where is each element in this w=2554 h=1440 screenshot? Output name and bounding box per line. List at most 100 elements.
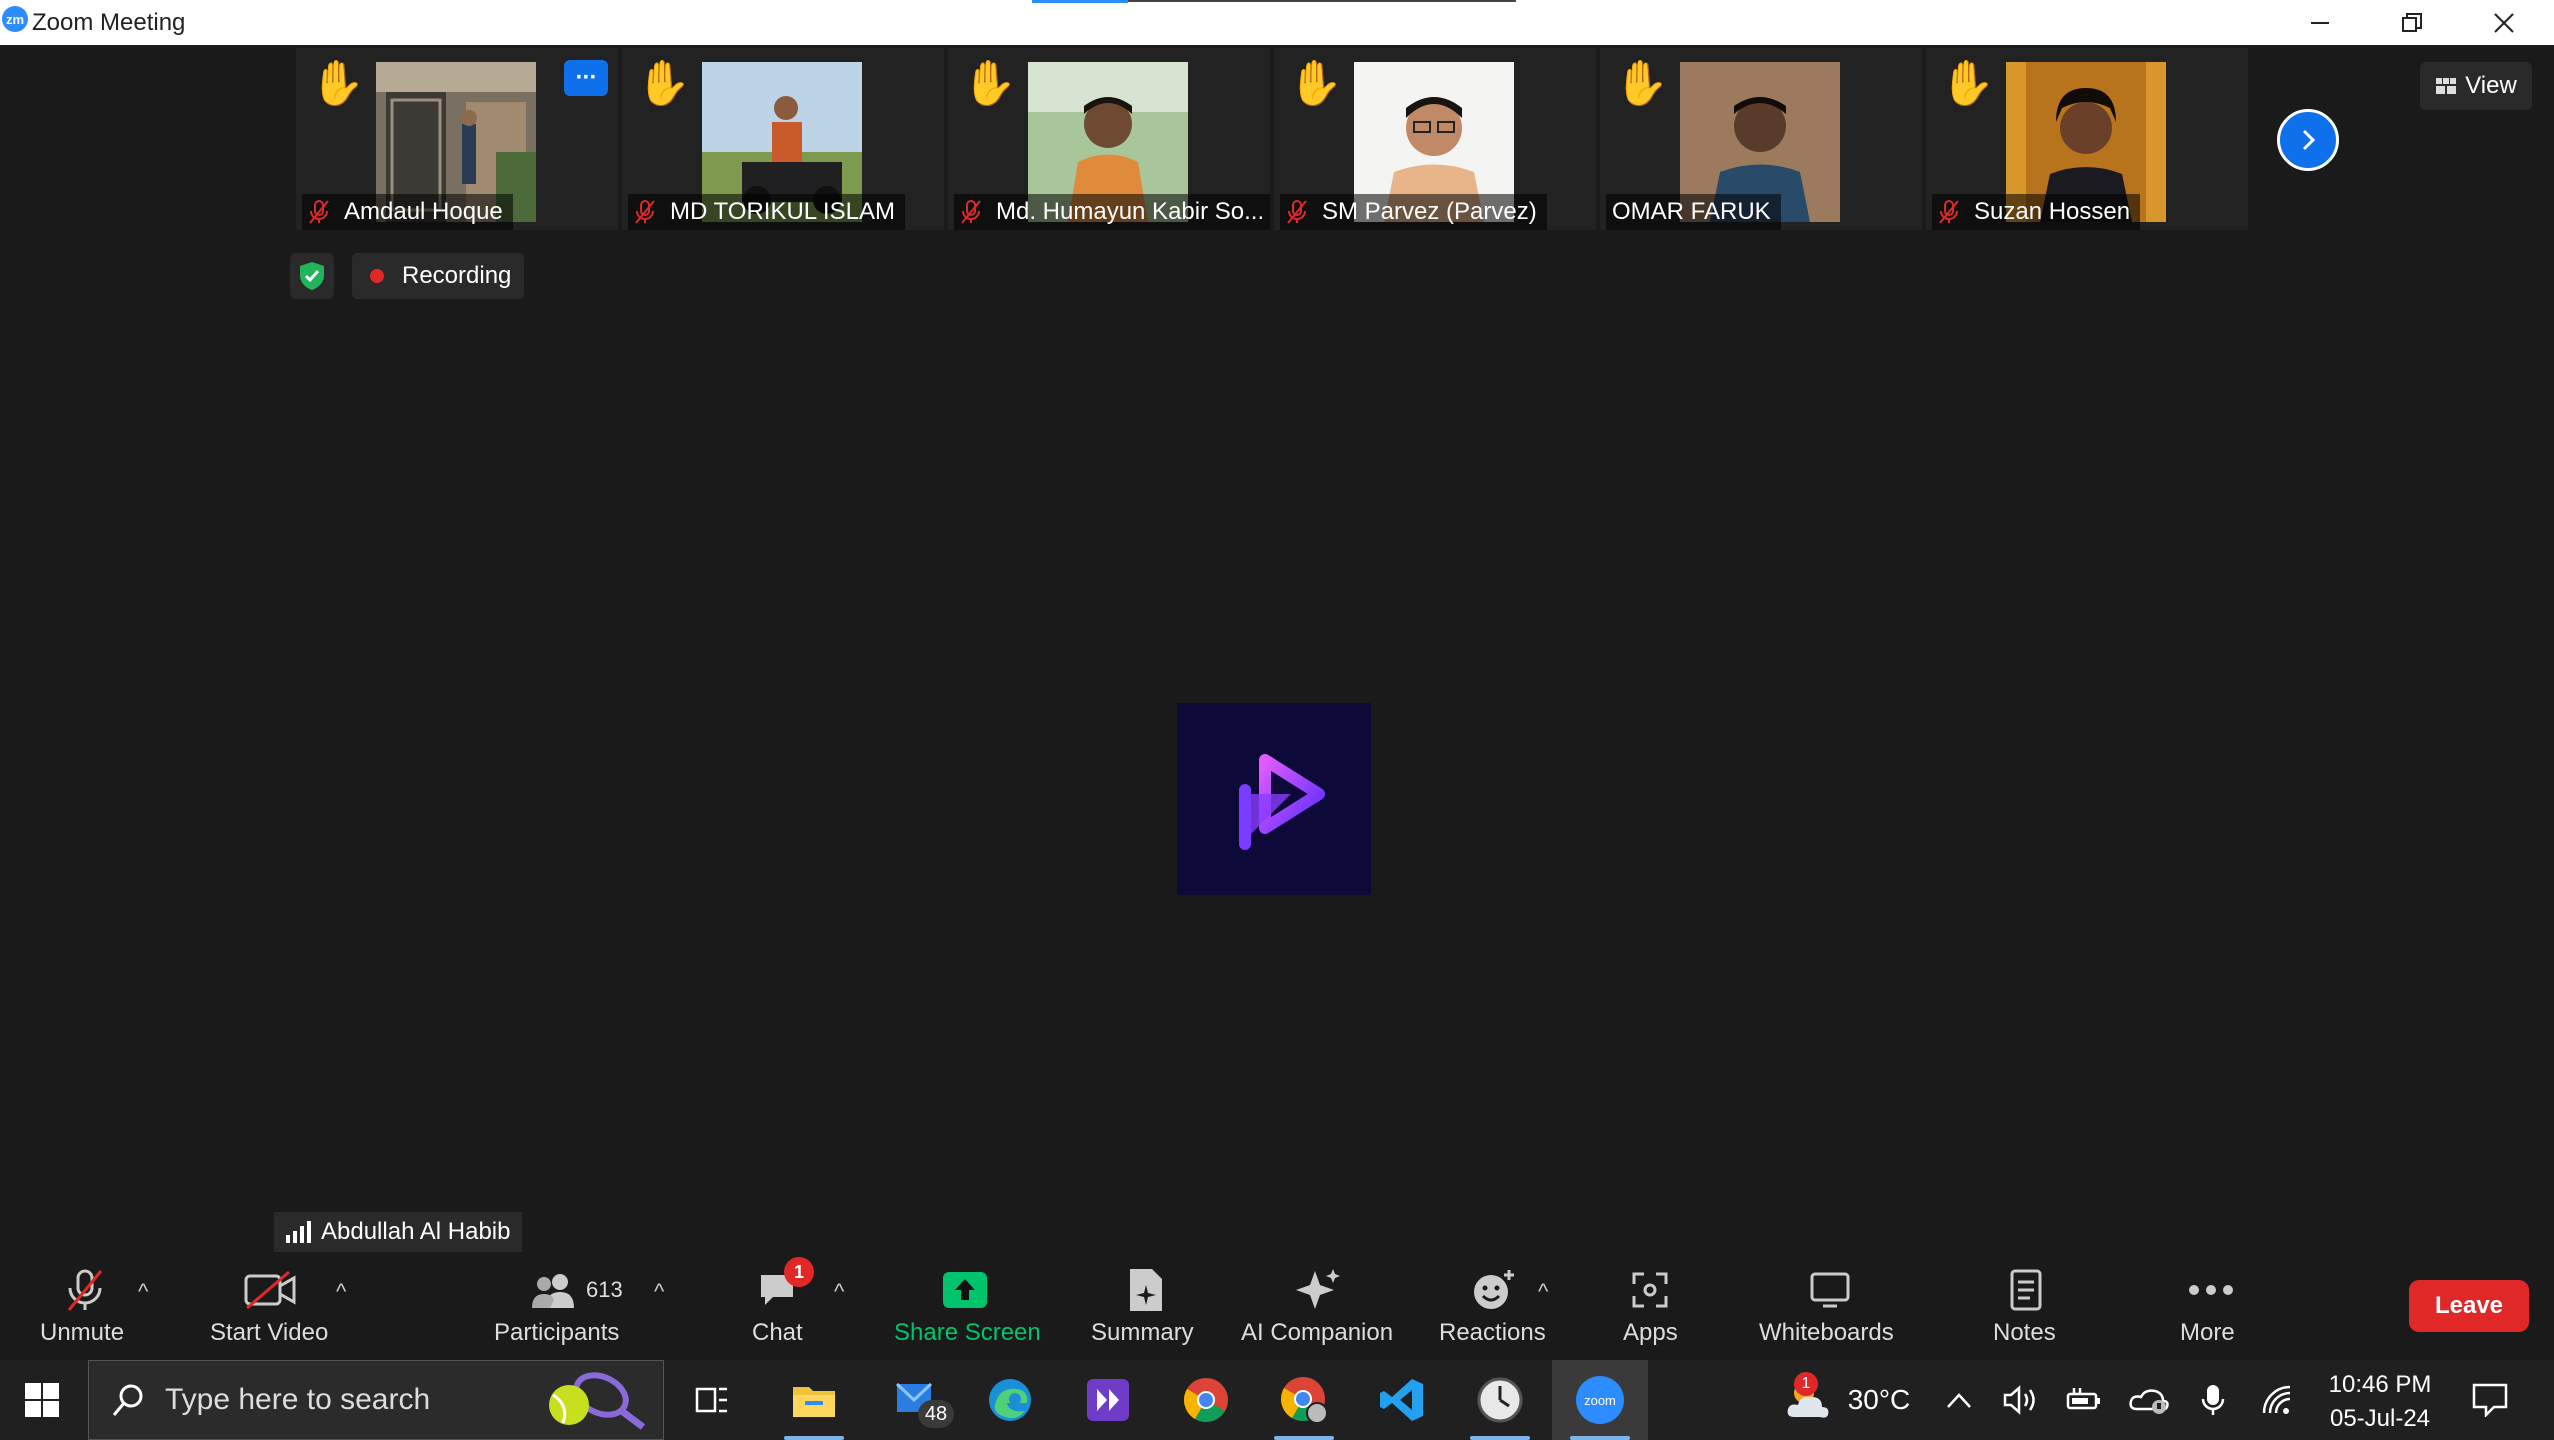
chat-button[interactable]: 1 Chat: [740, 1255, 820, 1360]
file-explorer-button[interactable]: [766, 1360, 862, 1440]
participant-name: Md. Humayun Kabir So...: [996, 198, 1265, 225]
whiteboards-button[interactable]: Whiteboards: [1755, 1255, 1905, 1360]
clock-icon: [1477, 1377, 1523, 1423]
mail-app-button[interactable]: 48: [872, 1360, 968, 1440]
wifi-icon: [2262, 1385, 2291, 1414]
participants-options-caret-icon[interactable]: ^: [654, 1279, 664, 1305]
minimize-button[interactable]: [2290, 0, 2350, 45]
start-video-label: Start Video: [210, 1319, 329, 1346]
vscode-button[interactable]: [1354, 1360, 1450, 1440]
summary-icon: [1121, 1267, 1171, 1313]
participant-more-button[interactable]: ···: [564, 60, 608, 96]
participant-tile[interactable]: ✋ Suzan Hossen: [1926, 48, 2248, 230]
summary-button[interactable]: Summary: [1085, 1255, 1205, 1360]
apps-button[interactable]: Apps: [1615, 1255, 1685, 1360]
mic-muted-icon: [1939, 200, 1959, 224]
mic-muted-icon: [635, 200, 655, 224]
task-view-button[interactable]: [664, 1360, 760, 1440]
start-button[interactable]: [0, 1360, 84, 1440]
minimize-icon: [2311, 21, 2329, 24]
window-title: Zoom Meeting: [32, 9, 186, 36]
notes-label: Notes: [1993, 1319, 2056, 1346]
zoom-taskbar-button[interactable]: zoom: [1552, 1360, 1648, 1440]
mic-muted-icon: [961, 200, 981, 224]
start-video-button[interactable]: Start Video: [200, 1255, 340, 1360]
unmute-button[interactable]: Unmute: [30, 1255, 140, 1360]
active-app-indicator: [1274, 1436, 1334, 1440]
title-bar: zm Zoom Meeting: [0, 0, 2554, 45]
chat-badge: 1: [784, 1257, 814, 1287]
restore-icon: [2402, 12, 2422, 32]
reactions-options-caret-icon[interactable]: ^: [1538, 1279, 1548, 1305]
restore-button[interactable]: [2382, 0, 2442, 45]
participants-icon: 613: [530, 1267, 630, 1313]
summary-label: Summary: [1091, 1319, 1194, 1346]
shield-check-icon: [300, 262, 324, 290]
video-options-caret-icon[interactable]: ^: [336, 1279, 346, 1305]
show-hidden-icons-button[interactable]: [1934, 1360, 1984, 1440]
video-editor-icon: [1087, 1379, 1129, 1421]
reactions-button[interactable]: Reactions: [1435, 1255, 1550, 1360]
ai-companion-button[interactable]: AI Companion: [1235, 1255, 1400, 1360]
notifications-button[interactable]: [2460, 1360, 2520, 1440]
participant-tile[interactable]: ✋ ··· Amdaul Hoque: [296, 48, 618, 230]
participant-tile[interactable]: ✋ OMAR FARUK: [1600, 48, 1922, 230]
chat-label: Chat: [752, 1319, 803, 1346]
zoom-app-taskbar-icon: zoom: [1576, 1376, 1624, 1424]
chrome-button[interactable]: [1158, 1360, 1254, 1440]
ai-companion-label: AI Companion: [1241, 1319, 1394, 1346]
participant-namebar: OMAR FARUK: [1606, 194, 1781, 230]
microphone-icon: [2201, 1385, 2225, 1415]
view-label: View: [2465, 72, 2517, 99]
participant-namebar: Md. Humayun Kabir So...: [954, 194, 1270, 230]
participant-namebar: MD TORIKUL ISLAM: [628, 194, 905, 230]
visual-studio-button[interactable]: [1060, 1360, 1156, 1440]
leave-button[interactable]: Leave: [2409, 1280, 2529, 1332]
close-button[interactable]: [2474, 0, 2534, 45]
battery-plug-icon: [2066, 1388, 2100, 1410]
participants-button[interactable]: 613 Participants: [490, 1255, 630, 1360]
view-button[interactable]: View: [2420, 62, 2532, 110]
power-button[interactable]: [2060, 1360, 2110, 1440]
gallery-next-page-button[interactable]: [2277, 109, 2339, 171]
microphone-tray-button[interactable]: [2188, 1360, 2238, 1440]
mic-muted-icon: [309, 200, 329, 224]
participant-name: Amdaul Hoque: [344, 198, 503, 225]
tennis-search-highlight-icon: [549, 1372, 646, 1430]
participant-tile[interactable]: ✋ MD TORIKUL ISLAM: [622, 48, 944, 230]
network-button[interactable]: [2252, 1360, 2302, 1440]
chrome-profile-button[interactable]: [1256, 1360, 1352, 1440]
security-shield-button[interactable]: [290, 253, 334, 299]
participant-tile[interactable]: ✋ SM Parvez (Parvez): [1274, 48, 1596, 230]
active-speaker-name: Abdullah Al Habib: [321, 1218, 511, 1245]
active-app-indicator: [1470, 1436, 1530, 1440]
speaker-icon: [2003, 1385, 2035, 1415]
recording-indicator[interactable]: Recording: [352, 253, 524, 299]
participant-tile[interactable]: ✋ Md. Humayun Kabir So...: [948, 48, 1270, 230]
share-screen-button[interactable]: Share Screen: [890, 1255, 1041, 1360]
chrome-icon: [1184, 1378, 1228, 1422]
taskbar-search-box[interactable]: Type here to search: [88, 1360, 664, 1440]
notes-button[interactable]: Notes: [1985, 1255, 2065, 1360]
onedrive-button[interactable]: [2124, 1360, 2174, 1440]
edge-icon: [989, 1379, 1031, 1421]
chevron-up-icon: [1947, 1393, 1971, 1408]
reactions-label: Reactions: [1439, 1319, 1546, 1346]
windows-logo-icon: [25, 1383, 59, 1417]
mic-muted-icon: [58, 1267, 112, 1313]
clock-app-button[interactable]: [1452, 1360, 1548, 1440]
volume-button[interactable]: [1996, 1360, 2046, 1440]
edge-browser-button[interactable]: [962, 1360, 1058, 1440]
active-speaker-label: Abdullah Al Habib: [274, 1212, 523, 1252]
more-label: More: [2180, 1319, 2235, 1346]
temperature-label: 30°C: [1847, 1384, 1911, 1415]
audio-options-caret-icon[interactable]: ^: [138, 1279, 148, 1305]
chat-options-caret-icon[interactable]: ^: [834, 1279, 844, 1305]
weather-widget[interactable]: 1 30°C: [1762, 1360, 1932, 1440]
more-button[interactable]: More: [2170, 1255, 2250, 1360]
chrome-profile-icon: [1281, 1377, 1328, 1424]
participant-name: SM Parvez (Parvez): [1322, 198, 1537, 225]
smiley-icon: [1469, 1267, 1519, 1313]
active-video-logo: [1177, 703, 1371, 895]
taskbar-clock[interactable]: 10:46 PM 05-Jul-24: [2320, 1368, 2440, 1436]
